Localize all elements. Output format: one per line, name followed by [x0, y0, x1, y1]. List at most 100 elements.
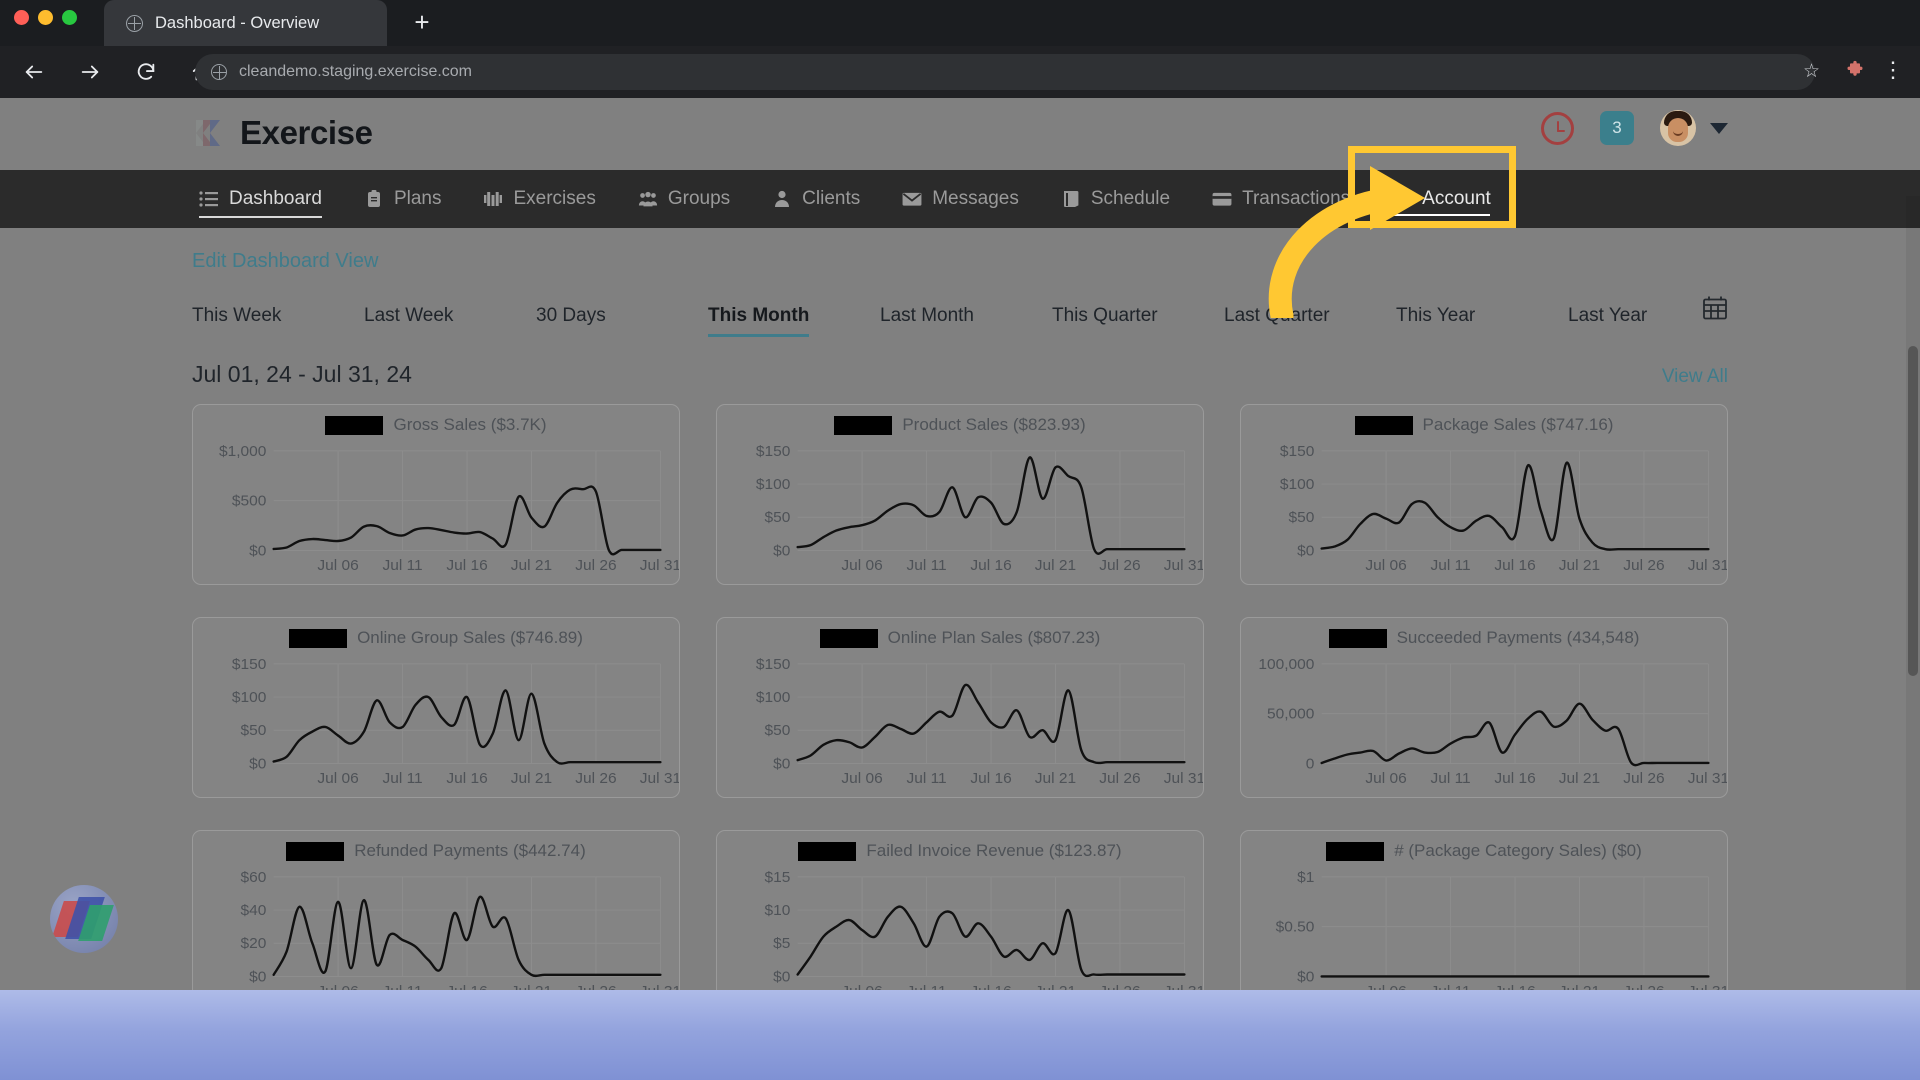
new-tab-button[interactable]: + — [405, 6, 439, 40]
svg-text:$150: $150 — [232, 656, 266, 673]
bookmark-star-icon[interactable]: ☆ — [1803, 60, 1820, 83]
book-icon — [1061, 189, 1081, 209]
header-actions: 3 — [1541, 110, 1728, 146]
metric-card[interactable]: Product Sales ($823.93) $0 $50 $100 $150 Jul … — [716, 404, 1204, 585]
nav-item-schedule[interactable]: Schedule — [1040, 170, 1191, 228]
calendar-icon[interactable] — [1702, 295, 1728, 321]
svg-text:$0: $0 — [249, 969, 266, 986]
nav-label: Groups — [667, 188, 731, 209]
forward-button[interactable] — [68, 50, 112, 94]
svg-text:$50: $50 — [241, 723, 267, 740]
svg-text:Jul 06: Jul 06 — [317, 771, 358, 788]
svg-text:Jul 06: Jul 06 — [1365, 558, 1406, 575]
dashboard-content: Edit Dashboard View This Week Last Week 30… — [0, 250, 1920, 990]
redacted-legend-swatch — [834, 415, 893, 435]
extensions-puzzle-icon[interactable] — [1845, 60, 1865, 80]
svg-text:100,000: 100,000 — [1258, 656, 1314, 673]
metric-card[interactable]: Succeeded Payments (434,548) 0 50,000 100,0… — [1240, 617, 1728, 798]
page-viewport: Exercise 3 Dashboard Plans Exercises Gro… — [0, 98, 1920, 990]
svg-text:50,000: 50,000 — [1267, 706, 1314, 723]
card-title: Package Sales ($747.16) — [1241, 415, 1727, 435]
svg-text:$100: $100 — [756, 689, 790, 706]
reload-button[interactable] — [124, 50, 168, 94]
nav-label: Dashboard — [229, 188, 322, 209]
range-tab-this-month[interactable]: This Month — [708, 305, 810, 337]
nav-item-groups[interactable]: Groups — [617, 170, 751, 228]
url-text: cleandemo.staging.exercise.com — [239, 63, 473, 80]
nav-item-messages[interactable]: Messages — [881, 170, 1040, 228]
metric-card[interactable]: Online Group Sales ($746.89) $0 $50 $100 $15… — [192, 617, 680, 798]
view-all-link[interactable]: View All — [1662, 366, 1728, 388]
range-tab-last-year[interactable]: Last Year — [1568, 305, 1647, 337]
svg-text:$150: $150 — [1280, 443, 1314, 460]
close-window-icon[interactable] — [14, 10, 29, 25]
svg-text:Jul 26: Jul 26 — [575, 771, 616, 788]
svg-text:Jul 21: Jul 21 — [511, 771, 552, 788]
svg-text:Jul 11: Jul 11 — [382, 771, 422, 788]
nav-item-dashboard[interactable]: Dashboard — [178, 170, 343, 228]
card-title-text: Product Sales ($823.93) — [902, 415, 1086, 434]
person-icon — [772, 189, 792, 209]
svg-text:$10: $10 — [765, 902, 791, 919]
notification-badge[interactable]: 3 — [1600, 111, 1634, 145]
metrics-grid: Gross Sales ($3.7K) $0 $500 $1,000 Jul 06 Jul… — [192, 404, 1728, 990]
range-tab-this-week[interactable]: This Week — [192, 305, 281, 337]
user-menu[interactable] — [1660, 110, 1728, 146]
clock-icon[interactable] — [1541, 111, 1574, 145]
nav-label: Messages — [932, 188, 1019, 209]
line-chart: $0 $500 $1,000 Jul 06 Jul 11 Jul 16 Jul 21 Jul … — [193, 441, 679, 584]
svg-text:Jul 11: Jul 11 — [1430, 771, 1470, 788]
page-scrollbar[interactable] — [1906, 196, 1920, 990]
maximize-window-icon[interactable] — [62, 10, 77, 25]
dock-app-icon[interactable] — [50, 885, 118, 953]
svg-text:$100: $100 — [756, 476, 790, 493]
metric-card[interactable]: Refunded Payments ($442.74)$0$20$40$60Ju… — [192, 830, 680, 990]
svg-text:$40: $40 — [241, 902, 267, 919]
line-chart: $0$0.50$1Jul 06Jul 11Jul 16Jul 21Jul 26J… — [1241, 867, 1727, 990]
svg-text:Jul 11: Jul 11 — [1430, 558, 1470, 575]
range-tab-30-days[interactable]: 30 Days — [536, 305, 606, 337]
range-tab-this-quarter[interactable]: This Quarter — [1052, 305, 1158, 337]
browser-tab[interactable]: Dashboard - Overview — [104, 0, 387, 46]
chevron-down-icon[interactable] — [1710, 122, 1728, 134]
svg-text:$50: $50 — [1289, 510, 1315, 527]
metric-card[interactable]: Package Sales ($747.16) $0 $50 $100 $150 Jul … — [1240, 404, 1728, 585]
metric-card[interactable]: # (Package Category Sales) ($0) $0 $0.50 $1… — [1240, 830, 1728, 990]
svg-text:$150: $150 — [756, 443, 790, 460]
avatar — [1660, 110, 1696, 146]
brand-logo-area[interactable]: Exercise — [192, 114, 373, 152]
metric-card[interactable]: Online Plan Sales ($807.23) $0 $50 $100 $150… — [716, 617, 1204, 798]
window-traffic-lights[interactable] — [14, 10, 77, 25]
svg-text:Jul 21: Jul 21 — [1559, 558, 1600, 575]
svg-text:$150: $150 — [756, 656, 790, 673]
card-title: Product Sales ($823.93) — [717, 415, 1203, 435]
range-tab-last-week[interactable]: Last Week — [364, 305, 453, 337]
nav-item-plans[interactable]: Plans — [343, 170, 463, 228]
svg-text:$0: $0 — [773, 969, 790, 986]
svg-text:$100: $100 — [1280, 476, 1314, 493]
svg-text:Jul 26: Jul 26 — [575, 558, 616, 575]
line-chart: $0 $50 $100 $150 Jul 06 Jul 11 Jul 16 Jul 21 Jul… — [717, 654, 1203, 797]
metric-card[interactable]: Gross Sales ($3.7K) $0 $500 $1,000 Jul 06 Jul… — [192, 404, 680, 585]
redacted-legend-swatch — [289, 628, 348, 648]
svg-text:Jul 06: Jul 06 — [841, 771, 882, 788]
minimize-window-icon[interactable] — [38, 10, 53, 25]
scrollbar-thumb[interactable] — [1908, 346, 1918, 676]
svg-text:Jul 31: Jul 31 — [1164, 558, 1203, 575]
desktop-background — [0, 990, 1920, 1080]
card-title-text: Online Plan Sales ($807.23) — [887, 628, 1101, 647]
nav-item-exercises[interactable]: Exercises — [462, 170, 616, 228]
svg-text:$0: $0 — [1297, 969, 1314, 986]
browser-menu-button[interactable]: ⋮ — [1882, 57, 1904, 85]
people-icon — [638, 189, 658, 209]
line-chart: $0 $50 $100 $150 Jul 06 Jul 11 Jul 16 Jul 21 Jul… — [193, 654, 679, 797]
card-title: Failed Invoice Revenue ($123.87) — [717, 841, 1203, 861]
address-bar[interactable]: cleandemo.staging.exercise.com — [195, 54, 1815, 90]
nav-item-clients[interactable]: Clients — [751, 170, 881, 228]
svg-text:$500: $500 — [232, 493, 266, 510]
svg-text:0: 0 — [1306, 756, 1315, 773]
range-tab-last-month[interactable]: Last Month — [880, 305, 974, 337]
back-button[interactable] — [12, 50, 56, 94]
metric-card[interactable]: Failed Invoice Revenue ($123.87) $0 $5 $10 $… — [716, 830, 1204, 990]
svg-text:$15: $15 — [765, 869, 791, 886]
